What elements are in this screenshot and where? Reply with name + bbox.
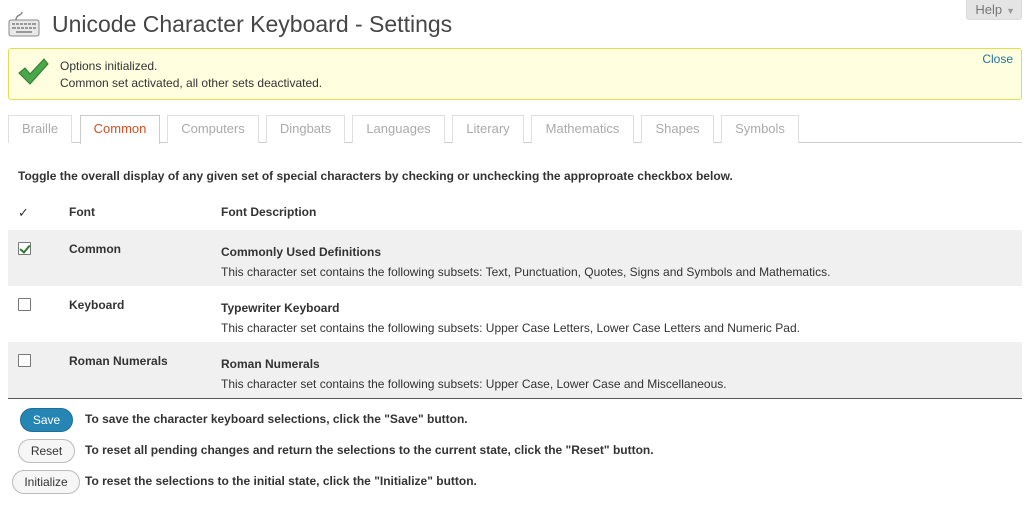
font-set-table: ✓ Font Font Description Common Commonly …: [8, 196, 1022, 399]
checkbox-roman-numerals[interactable]: [18, 354, 31, 367]
tab-dingbats[interactable]: Dingbats: [266, 115, 345, 143]
notice-line-2: Common set activated, all other sets dea…: [60, 76, 323, 90]
checkbox-common[interactable]: [18, 242, 31, 255]
description-title: Roman Numerals: [221, 357, 320, 371]
notice-message: Options initialized. Common set activate…: [60, 58, 322, 92]
font-description: Commonly Used Definitions This character…: [221, 242, 830, 282]
description-title: Typewriter Keyboard: [221, 301, 340, 315]
font-name: Keyboard: [69, 298, 125, 312]
tab-languages[interactable]: Languages: [352, 115, 445, 143]
tab-braille[interactable]: Braille: [8, 115, 72, 143]
success-notice: Options initialized. Common set activate…: [8, 48, 1022, 100]
page-header: Unicode Character Keyboard - Settings: [8, 6, 452, 42]
notice-line-1: Options initialized.: [60, 59, 158, 73]
initialize-action: Initialize To reset the selections to th…: [0, 470, 1030, 494]
initialize-button[interactable]: Initialize: [12, 470, 80, 494]
font-description: Typewriter Keyboard This character set c…: [221, 298, 800, 338]
table-row: Roman Numerals Roman Numerals This chara…: [8, 342, 1022, 398]
tab-common[interactable]: Common: [80, 115, 160, 144]
table-header: ✓ Font Font Description: [8, 196, 1022, 230]
caret-down-icon: ▼: [1006, 6, 1015, 16]
table-divider: [8, 398, 1022, 399]
table-row: Common Commonly Used Definitions This ch…: [8, 230, 1022, 286]
checkmark-icon: [17, 57, 49, 87]
help-label: Help: [975, 2, 1003, 17]
save-description: To save the character keyboard selection…: [85, 412, 468, 426]
description-subtitle: This character set contains the followin…: [221, 377, 727, 391]
tab-literary[interactable]: Literary: [452, 115, 524, 143]
description-subtitle: This character set contains the followin…: [221, 321, 800, 335]
header-font: Font: [69, 205, 95, 219]
checkbox-keyboard[interactable]: [18, 298, 31, 311]
intro-text: Toggle the overall display of any given …: [18, 169, 733, 183]
save-action: Save To save the character keyboard sele…: [0, 408, 1030, 432]
tab-mathematics[interactable]: Mathematics: [531, 115, 634, 143]
font-name: Common: [69, 242, 121, 256]
tab-shapes[interactable]: Shapes: [641, 115, 714, 143]
notice-close-link[interactable]: Close: [982, 52, 1013, 66]
header-check: ✓: [18, 205, 29, 220]
reset-description: To reset all pending changes and return …: [85, 443, 654, 457]
font-name: Roman Numerals: [69, 354, 168, 368]
description-subtitle: This character set contains the followin…: [221, 265, 831, 279]
tab-computers[interactable]: Computers: [167, 115, 259, 143]
help-button[interactable]: Help ▼: [966, 0, 1022, 20]
tab-bar: Braille Common Computers Dingbats Langua…: [8, 115, 1022, 144]
reset-button[interactable]: Reset: [18, 439, 75, 463]
description-title: Commonly Used Definitions: [221, 245, 382, 259]
page-title: Unicode Character Keyboard - Settings: [52, 10, 453, 37]
table-row: Keyboard Typewriter Keyboard This charac…: [8, 286, 1022, 342]
font-description: Roman Numerals This character set contai…: [221, 354, 727, 394]
initialize-description: To reset the selections to the initial s…: [85, 474, 477, 488]
tab-symbols[interactable]: Symbols: [721, 115, 799, 143]
header-description: Font Description: [221, 205, 317, 219]
reset-action: Reset To reset all pending changes and r…: [0, 439, 1030, 463]
keyboard-icon: [8, 10, 40, 38]
save-button[interactable]: Save: [20, 408, 73, 432]
